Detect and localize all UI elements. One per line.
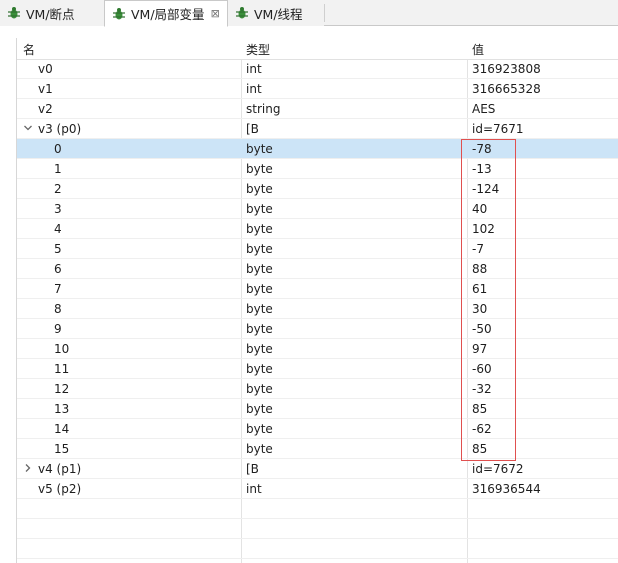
row-name: 4 [54,222,62,236]
row-type: string [246,102,281,116]
tab-label: VM/线程 [254,6,303,22]
chevron-right-icon[interactable] [23,463,33,473]
table-row[interactable]: v4 (p1) [B id=7672 [17,459,618,479]
table-row[interactable]: v1 int 316665328 [17,79,618,99]
row-name: 13 [54,402,70,416]
row-name: 15 [54,442,70,456]
highlight-box [461,139,516,461]
table-row[interactable]: 0 byte -78 [17,139,618,159]
empty-row [17,539,618,559]
row-type: byte [246,402,273,416]
row-name: 14 [54,422,70,436]
tab-locals[interactable]: VM/局部变量 ⊠ [104,0,228,27]
row-name: 8 [54,302,62,316]
empty-row [17,519,618,539]
row-type: byte [246,282,273,296]
row-type: byte [246,142,273,156]
row-name: v2 [38,102,53,116]
bug-icon [113,7,125,19]
table-row[interactable]: 2 byte -124 [17,179,618,199]
row-type: byte [246,162,273,176]
row-type: byte [246,182,273,196]
row-name: 7 [54,282,62,296]
row-type: byte [246,382,273,396]
table-row[interactable]: 6 byte 88 [17,259,618,279]
table-row[interactable]: 5 byte -7 [17,239,618,259]
table-row[interactable]: 9 byte -50 [17,319,618,339]
tab-bar: VM/断点 VM/局部变量 ⊠ VM/线程 [0,0,618,27]
row-name: 5 [54,242,62,256]
row-type: int [246,482,262,496]
header-name[interactable]: 名 [23,41,35,58]
row-name: 10 [54,342,70,356]
tab-label: VM/局部变量 [131,7,205,22]
bug-icon [236,7,248,19]
row-name: v3 (p0) [38,122,82,136]
table-row[interactable]: 11 byte -60 [17,359,618,379]
row-value: AES [472,102,496,116]
row-name: 9 [54,322,62,336]
table-row[interactable]: v0 int 316923808 [17,59,618,79]
row-type: byte [246,322,273,336]
row-name: 11 [54,362,70,376]
table-row[interactable]: v2 string AES [17,99,618,119]
header-type[interactable]: 类型 [246,41,270,58]
row-type: byte [246,362,273,376]
table-row[interactable]: 14 byte -62 [17,419,618,439]
row-name: 0 [54,142,62,156]
tab-label: VM/断点 [26,6,75,22]
bug-icon [8,7,20,19]
tab-threads[interactable]: VM/线程 [228,0,324,26]
row-name: 3 [54,202,62,216]
row-name: v0 [38,62,53,76]
row-type: byte [246,242,273,256]
table-row[interactable]: 10 byte 97 [17,339,618,359]
table-row[interactable]: 12 byte -32 [17,379,618,399]
header-value[interactable]: 值 [472,41,484,58]
chevron-down-icon[interactable] [23,123,33,133]
row-type: [B [246,462,259,476]
table-header: 名 类型 值 [17,38,618,60]
row-name: 6 [54,262,62,276]
row-name: v5 (p2) [38,482,82,496]
close-icon[interactable]: ⊠ [211,7,220,20]
row-type: byte [246,202,273,216]
row-name: v1 [38,82,53,96]
table-row[interactable]: v3 (p0) [B id=7671 [17,119,618,139]
row-value: id=7672 [472,462,524,476]
row-value: 316936544 [472,482,541,496]
row-type: int [246,62,262,76]
row-name: 12 [54,382,70,396]
row-value: 316665328 [472,82,541,96]
table-row[interactable]: v5 (p2) int 316936544 [17,479,618,499]
table-row[interactable]: 1 byte -13 [17,159,618,179]
row-value: 316923808 [472,62,541,76]
row-type: byte [246,262,273,276]
row-name: 2 [54,182,62,196]
row-type: byte [246,422,273,436]
table-row[interactable]: 4 byte 102 [17,219,618,239]
row-name: 1 [54,162,62,176]
table-row[interactable]: 3 byte 40 [17,199,618,219]
empty-row [17,499,618,519]
variables-table: 名 类型 值 v0 int 316923808 v1 int 316665328 v2 str… [16,38,618,563]
row-type: int [246,82,262,96]
row-type: byte [246,442,273,456]
tab-breakpoints[interactable]: VM/断点 [0,0,104,26]
row-type: [B [246,122,259,136]
row-type: byte [246,302,273,316]
table-row[interactable]: 13 byte 85 [17,399,618,419]
row-type: byte [246,222,273,236]
tab-divider [324,4,325,22]
table-row[interactable]: 7 byte 61 [17,279,618,299]
table-row[interactable]: 15 byte 85 [17,439,618,459]
row-type: byte [246,342,273,356]
row-name: v4 (p1) [38,462,82,476]
table-row[interactable]: 8 byte 30 [17,299,618,319]
row-value: id=7671 [472,122,524,136]
